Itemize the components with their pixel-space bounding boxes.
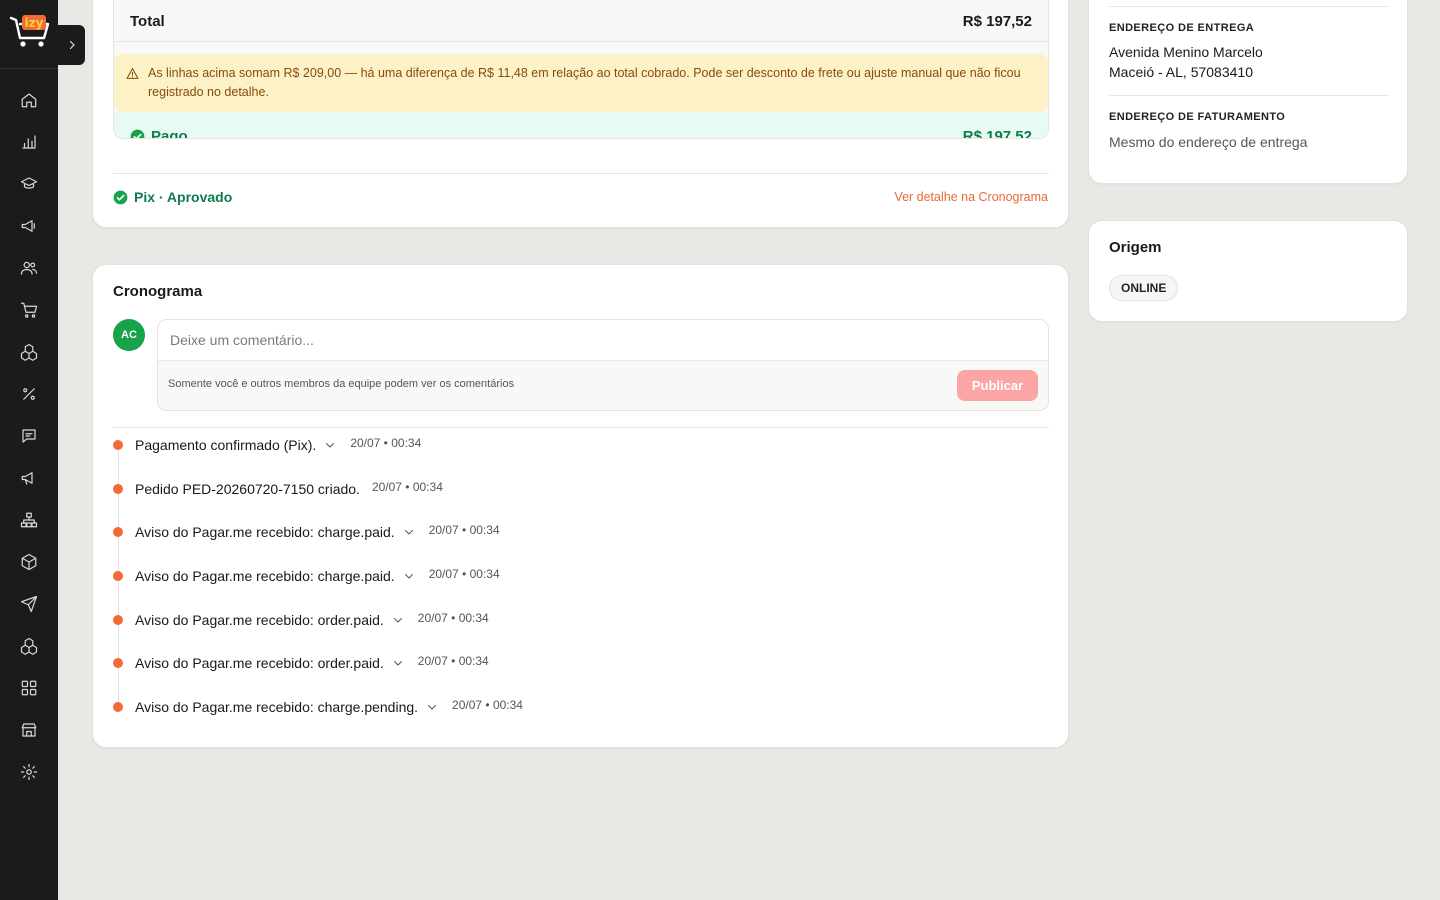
chevron-right-icon [69,40,75,50]
send-icon[interactable] [17,592,41,616]
store-icon[interactable] [17,718,41,742]
billing-address-label: ENDEREÇO DE FATURAMENTO [1109,111,1286,123]
event-time: 20/07 • 00:34 [417,611,489,625]
timeline-event: Aviso do Pagar.me recebido: order.paid. … [113,652,489,674]
chevron-down-icon[interactable] [392,613,406,627]
apps-icon[interactable] [17,676,41,700]
timeline-event: Pedido PED-20260720-7150 criado. 20/07 •… [113,478,443,500]
paid-value: R$ 197,52 [962,127,1032,139]
address-card: ENDEREÇO DE ENTREGA Avenida Menino Marce… [1088,0,1408,184]
event-dot [113,527,123,537]
comment-input[interactable] [158,320,1048,361]
sidebar-divider [0,68,58,69]
divider [113,173,1049,174]
shipping-address-line2: Maceió - AL, 57083410 [1109,64,1253,80]
event-text: Aviso do Pagar.me recebido: charge.pendi… [135,699,419,715]
messages-icon[interactable] [17,424,41,448]
event-text: Aviso do Pagar.me recebido: charge.paid. [135,568,395,584]
origin-badge: ONLINE [1109,275,1179,301]
sidebar-toggle-button[interactable] [58,25,85,65]
timeline-event: Aviso do Pagar.me recebido: order.paid. … [113,609,489,631]
chevron-down-icon[interactable] [324,438,338,452]
paid-row: Pago R$ 197,52 [114,112,1048,139]
payment-summary-box: Total R$ 197,52 As linhas acima somam R$… [113,0,1049,139]
campaigns-icon[interactable] [17,466,41,490]
avatar: AC [113,319,145,351]
paid-label: Pago [151,127,188,139]
percent-icon[interactable] [17,382,41,406]
event-time: 20/07 • 00:34 [428,567,500,581]
warning-text: As linhas acima somam R$ 209,00 — há uma… [148,66,1021,99]
check-circle-icon [130,129,145,138]
publish-button[interactable]: Publicar [957,370,1038,401]
divider [1109,6,1389,7]
event-text: Aviso do Pagar.me recebido: order.paid. [135,655,384,671]
cart-icon[interactable] [17,298,41,322]
divider [113,427,1049,428]
svg-text:izy: izy [25,16,44,30]
event-text: Pedido PED-20260720-7150 criado. [135,481,360,497]
warning-icon [126,68,139,79]
event-dot [113,658,123,668]
origin-title: Origem [1109,239,1162,256]
total-row: Total R$ 197,52 [114,2,1048,42]
timeline-event: Aviso do Pagar.me recebido: charge.pendi… [113,696,523,718]
check-circle-icon [113,190,128,204]
chevron-down-icon[interactable] [403,525,417,539]
origin-card: Origem ONLINE [1088,220,1408,322]
discrepancy-warning: As linhas acima somam R$ 209,00 — há uma… [114,54,1048,112]
event-time: 20/07 • 00:34 [371,480,443,494]
chevron-down-icon[interactable] [403,569,417,583]
settings-icon[interactable] [17,760,41,784]
analytics-icon[interactable] [17,130,41,154]
event-text: Aviso do Pagar.me recebido: order.paid. [135,612,384,628]
catalog-icon[interactable] [17,634,41,658]
chevron-down-icon[interactable] [392,656,406,670]
academy-icon[interactable] [17,172,41,196]
event-dot [113,571,123,581]
timeline-card: Cronograma AC Somente você e outros memb… [92,264,1069,748]
event-dot [113,615,123,625]
event-time: 20/07 • 00:34 [428,523,500,537]
total-value: R$ 197,52 [962,13,1032,30]
chevron-down-icon[interactable] [426,700,440,714]
billing-address-value: Mesmo do endereço de entrega [1109,134,1308,150]
payment-method-text: Pix · Aprovado [134,189,233,205]
event-time: 20/07 • 00:34 [417,654,489,668]
logo[interactable]: izy [8,12,52,52]
comment-visibility-note: Somente você e outros membros da equipe … [168,378,515,390]
divider [1109,95,1389,96]
timeline-event: Aviso do Pagar.me recebido: charge.paid.… [113,521,500,543]
event-time: 20/07 • 00:34 [350,436,422,450]
customers-icon[interactable] [17,256,41,280]
home-icon[interactable] [17,88,41,112]
megaphone-icon[interactable] [17,214,41,238]
event-text: Aviso do Pagar.me recebido: charge.paid. [135,524,395,540]
comment-composer: Somente você e outros membros da equipe … [157,319,1049,411]
shipping-address-label: ENDEREÇO DE ENTREGA [1109,22,1255,34]
box-icon[interactable] [17,550,41,574]
products-icon[interactable] [17,340,41,364]
event-dot [113,440,123,450]
event-text: Pagamento confirmado (Pix). [135,437,317,453]
payment-summary-card: Total R$ 197,52 As linhas acima somam R$… [92,0,1069,228]
view-detail-link[interactable]: Ver detalhe na Cronograma [894,190,1048,204]
event-dot [113,702,123,712]
total-label: Total [130,13,165,30]
timeline-event: Pagamento confirmado (Pix). 20/07 • 00:3… [113,434,421,456]
affiliates-icon[interactable] [17,508,41,532]
timeline-event: Aviso do Pagar.me recebido: charge.paid.… [113,565,500,587]
event-dot [113,484,123,494]
payment-method-status: Pix · Aprovado [113,189,232,205]
event-time: 20/07 • 00:34 [452,698,523,712]
sidebar: izy [0,0,58,900]
shipping-address-line1: Avenida Menino Marcelo [1109,44,1263,60]
timeline-title: Cronograma [113,283,203,300]
